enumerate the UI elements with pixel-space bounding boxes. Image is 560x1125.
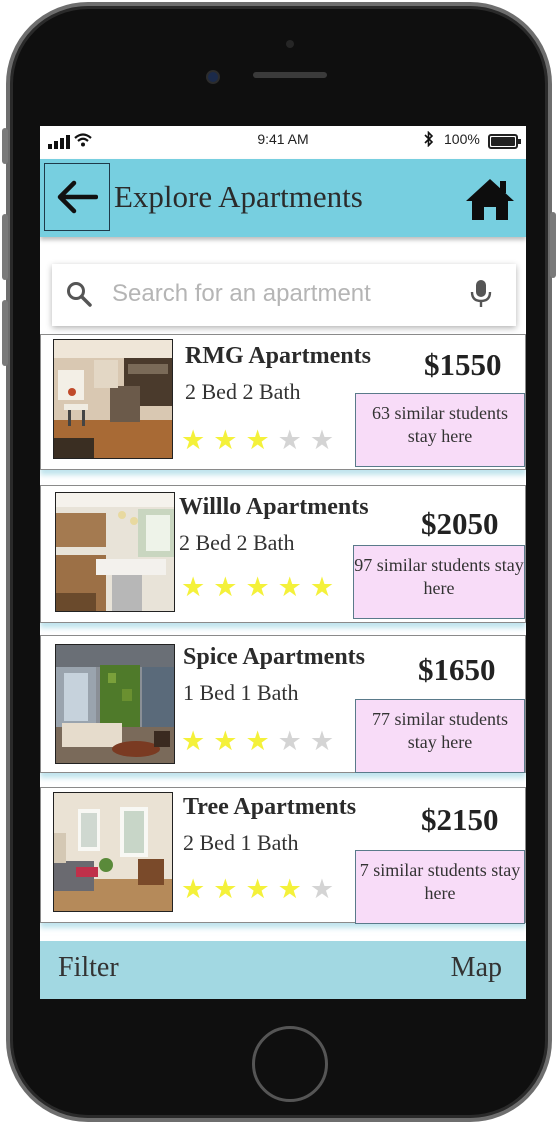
star-empty-icon: ★ — [309, 726, 335, 756]
rating-stars: ★ ★ ★ ★ ★ — [181, 728, 334, 755]
apartment-price: $1650 — [418, 652, 496, 687]
microphone-icon[interactable] — [470, 279, 492, 309]
star-filled-icon: ★ — [181, 726, 206, 756]
volume-down-button — [2, 300, 8, 366]
similar-students-badge: 7 similar students stay here — [355, 850, 525, 924]
apartment-rooms: 2 Bed 1 Bath — [183, 830, 299, 855]
star-filled-icon: ★ — [277, 874, 302, 904]
apartment-price: $1550 — [424, 347, 502, 382]
star-empty-icon: ★ — [277, 726, 302, 756]
star-filled-icon: ★ — [181, 572, 206, 602]
arrow-left-icon — [57, 180, 98, 214]
apartment-price: $2050 — [421, 506, 499, 541]
star-filled-icon: ★ — [245, 425, 270, 455]
power-button — [550, 212, 556, 278]
similar-students-badge: 63 similar students stay here — [355, 393, 525, 467]
star-filled-icon: ★ — [245, 726, 270, 756]
star-filled-icon: ★ — [181, 425, 206, 455]
battery-icon — [488, 134, 521, 149]
star-filled-icon: ★ — [213, 874, 238, 904]
star-empty-icon: ★ — [309, 874, 335, 904]
rating-stars: ★ ★ ★ ★ ★ — [181, 427, 334, 454]
star-empty-icon: ★ — [309, 425, 335, 455]
hardware-home-button[interactable] — [252, 1026, 328, 1102]
star-filled-icon: ★ — [213, 726, 238, 756]
star-filled-icon: ★ — [181, 874, 206, 904]
app-header: Explore Apartments — [40, 159, 526, 237]
listing-card-tree[interactable]: Tree Apartments 2 Bed 1 Bath $2150 ★ ★ ★ ★ ★… — [40, 787, 526, 924]
status-bar: 9:41 AM 100% — [40, 126, 526, 156]
battery-percent: 100% — [444, 131, 480, 147]
apartment-name: Tree Apartments — [183, 794, 357, 820]
apartment-rooms: 2 Bed 2 Bath — [185, 379, 301, 404]
map-button[interactable]: Map — [451, 952, 502, 984]
home-icon[interactable] — [464, 177, 516, 226]
listing-card-rmg[interactable]: RMG Apartments 2 Bed 2 Bath $1550 ★ ★ ★ ★ ★ … — [40, 334, 526, 470]
search-icon — [67, 282, 92, 307]
star-empty-icon: ★ — [277, 425, 302, 455]
star-filled-icon: ★ — [213, 572, 238, 602]
apartment-name: Willlo Apartments — [179, 494, 369, 520]
star-filled-icon: ★ — [245, 874, 270, 904]
apartment-rooms: 1 Bed 1 Bath — [183, 680, 299, 705]
apartment-photo — [55, 644, 175, 764]
search-input[interactable] — [112, 272, 452, 316]
listing-card-spice[interactable]: Spice Apartments 1 Bed 1 Bath $1650 ★ ★ ★ ★… — [40, 635, 526, 773]
proximity-sensor — [286, 40, 294, 48]
volume-up-button — [2, 214, 8, 280]
page-title: Explore Apartments — [114, 179, 363, 214]
star-filled-icon: ★ — [213, 425, 238, 455]
app-screen: 9:41 AM 100% Explore Apartments Search f… — [40, 126, 526, 999]
apartment-photo — [53, 339, 173, 459]
apartment-name: RMG Apartments — [185, 343, 371, 369]
search-bar — [52, 264, 516, 326]
front-camera — [206, 70, 220, 84]
apartment-rooms: 2 Bed 2 Bath — [179, 530, 295, 555]
listing-card-willlo[interactable]: Willlo Apartments 2 Bed 2 Bath $2050 ★ ★ ★… — [40, 485, 526, 623]
rating-stars: ★ ★ ★ ★ ★ — [181, 876, 334, 903]
star-filled-icon: ★ — [309, 572, 335, 602]
rating-stars: ★ ★ ★ ★ ★ — [181, 574, 334, 601]
bottom-bar: Filter Map — [40, 941, 526, 999]
apartment-photo — [55, 492, 175, 612]
apartment-price: $2150 — [421, 802, 499, 837]
mute-switch — [2, 128, 8, 164]
apartment-photo — [53, 792, 173, 912]
star-filled-icon: ★ — [277, 572, 302, 602]
bluetooth-icon — [424, 130, 434, 150]
similar-students-badge: 77 similar students stay here — [355, 699, 525, 773]
similar-students-badge: 97 similar students stay here — [353, 545, 525, 619]
earpiece-speaker — [253, 72, 327, 78]
filter-button[interactable]: Filter — [58, 952, 119, 984]
apartment-name: Spice Apartments — [183, 644, 365, 670]
star-filled-icon: ★ — [245, 572, 270, 602]
back-button[interactable] — [44, 163, 110, 231]
